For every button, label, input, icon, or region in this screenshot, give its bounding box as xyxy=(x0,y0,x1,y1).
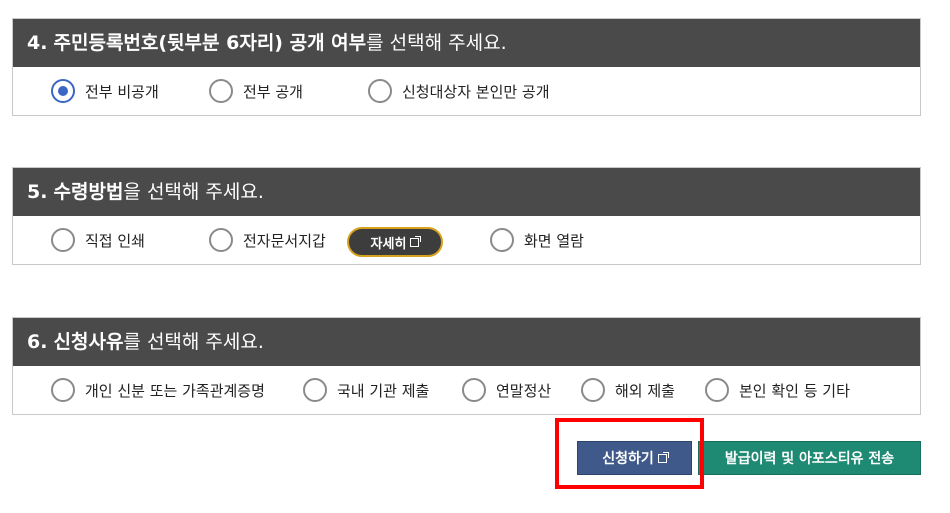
radio-unchecked-icon[interactable] xyxy=(705,378,729,402)
apply-button-label: 신청하기 xyxy=(602,451,654,467)
radio-checked-icon[interactable] xyxy=(51,79,75,103)
radio-unchecked-icon[interactable] xyxy=(51,228,75,252)
radio-option-e-wallet[interactable]: 전자문서지갑 xyxy=(209,216,326,264)
section-receipt-method: 5. 수령방법을 선택해 주세요. 직접 인쇄 전자문서지갑 자세히 화면 열람 xyxy=(12,167,921,265)
issue-history-apostille-button[interactable]: 발급이력 및 아포스티유 전송 xyxy=(698,441,921,475)
section-title-suffix: 를 선택해 주세요. xyxy=(366,32,507,54)
radio-group-id-disclosure: 전부 비공개 전부 공개 신청대상자 본인만 공개 xyxy=(13,67,920,115)
details-button-label: 자세히 xyxy=(370,236,407,252)
radio-option-family-relation[interactable]: 개인 신분 또는 가족관계증명 xyxy=(51,366,265,414)
radio-label: 전자문서지갑 xyxy=(243,231,326,250)
radio-option-all-public[interactable]: 전부 공개 xyxy=(209,67,303,115)
radio-unchecked-icon[interactable] xyxy=(462,378,486,402)
external-link-icon xyxy=(410,235,422,247)
radio-label: 해외 제출 xyxy=(615,381,675,400)
radio-option-domestic-agency[interactable]: 국내 기관 제출 xyxy=(303,366,429,414)
section-header: 6. 신청사유를 선택해 주세요. xyxy=(13,318,920,366)
radio-label: 전부 비공개 xyxy=(85,82,159,101)
radio-label: 국내 기관 제출 xyxy=(337,381,430,400)
section-title-suffix: 를 선택해 주세요. xyxy=(123,331,264,353)
radio-group-receipt-method: 직접 인쇄 전자문서지갑 자세히 화면 열람 xyxy=(13,216,920,264)
section-title: 주민등록번호(뒷부분 6자리) 공개 여부 xyxy=(53,32,367,54)
radio-label: 본인 확인 등 기타 xyxy=(739,381,850,400)
radio-option-all-private[interactable]: 전부 비공개 xyxy=(51,67,159,115)
radio-unchecked-icon[interactable] xyxy=(209,228,233,252)
radio-unchecked-icon[interactable] xyxy=(51,378,75,402)
section-title: 신청사유 xyxy=(53,331,124,353)
details-button[interactable]: 자세히 xyxy=(347,227,443,257)
section-header: 4. 주민등록번호(뒷부분 6자리) 공개 여부를 선택해 주세요. xyxy=(13,19,920,67)
section-request-reason: 6. 신청사유를 선택해 주세요. 개인 신분 또는 가족관계증명 국내 기관 … xyxy=(12,317,921,415)
radio-label: 화면 열람 xyxy=(524,231,584,250)
radio-unchecked-icon[interactable] xyxy=(368,79,392,103)
radio-unchecked-icon[interactable] xyxy=(490,228,514,252)
radio-option-overseas[interactable]: 해외 제출 xyxy=(581,366,675,414)
radio-group-request-reason: 개인 신분 또는 가족관계증명 국내 기관 제출 연말정산 해외 제출 본인 확… xyxy=(13,366,920,414)
section-number: 5. xyxy=(27,181,48,203)
section-number: 4. xyxy=(27,32,48,54)
external-link-icon xyxy=(657,451,669,463)
section-title-suffix: 을 선택해 주세요. xyxy=(123,181,264,203)
radio-unchecked-icon[interactable] xyxy=(581,378,605,402)
radio-option-year-end-tax[interactable]: 연말정산 xyxy=(462,366,551,414)
section-number: 6. xyxy=(27,331,48,353)
radio-unchecked-icon[interactable] xyxy=(303,378,327,402)
radio-label: 직접 인쇄 xyxy=(85,231,145,250)
radio-option-identity-other[interactable]: 본인 확인 등 기타 xyxy=(705,366,850,414)
apply-button[interactable]: 신청하기 xyxy=(577,441,692,475)
radio-label: 전부 공개 xyxy=(243,82,303,101)
radio-option-direct-print[interactable]: 직접 인쇄 xyxy=(51,216,145,264)
radio-option-screen-view[interactable]: 화면 열람 xyxy=(490,216,584,264)
radio-option-self-only-public[interactable]: 신청대상자 본인만 공개 xyxy=(368,67,550,115)
radio-label: 개인 신분 또는 가족관계증명 xyxy=(85,381,265,400)
section-title: 수령방법 xyxy=(53,181,124,203)
section-id-disclosure: 4. 주민등록번호(뒷부분 6자리) 공개 여부를 선택해 주세요. 전부 비공… xyxy=(12,18,921,116)
radio-unchecked-icon[interactable] xyxy=(209,79,233,103)
section-header: 5. 수령방법을 선택해 주세요. xyxy=(13,168,920,216)
radio-label: 연말정산 xyxy=(496,381,552,400)
issue-history-button-label: 발급이력 및 아포스티유 전송 xyxy=(724,451,895,467)
radio-label: 신청대상자 본인만 공개 xyxy=(402,82,550,101)
